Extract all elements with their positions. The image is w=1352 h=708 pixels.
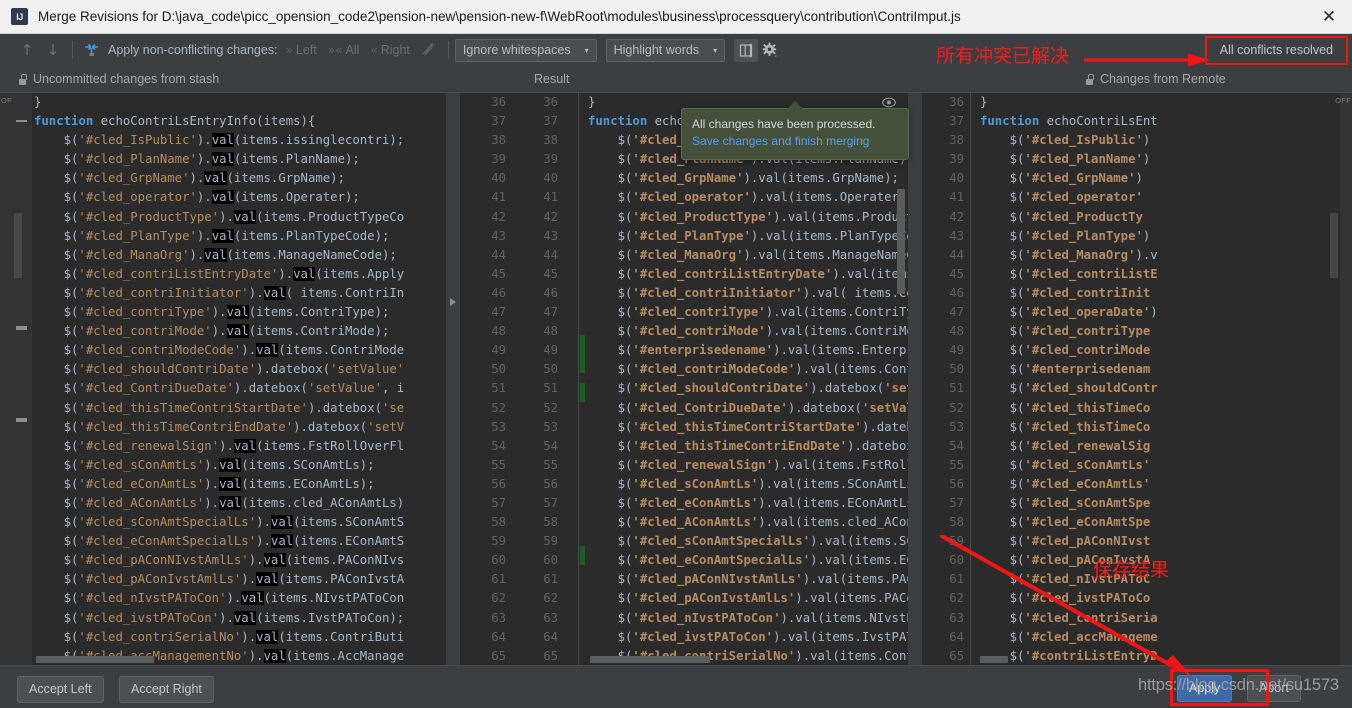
window-title: Merge Revisions for D:\java_code\picc_op… [38,9,961,24]
left-center-connector-gutter [446,93,460,665]
center-line-numbers-right: 3637383940414243444546474849505152535455… [512,93,558,665]
chevron-right-double-icon: » [286,43,293,57]
apply-changes-label: Apply non-conflicting changes: [108,43,278,57]
apply-left-label: Left [296,43,317,57]
apply-all-label: All [345,43,359,57]
close-icon[interactable]: ✕ [1306,0,1352,34]
toolbar-divider-2 [448,41,449,59]
center-result-pane[interactable]: 3637383940414243444546474849505152535455… [460,93,908,665]
watermark-text: https://blog.csdn.net/su1573 [1138,676,1339,695]
left-pane-title: Uncommitted changes from stash [18,72,219,86]
lock-icon [1085,74,1094,85]
ignore-whitespaces-value: Ignore whitespaces [463,43,571,57]
center-vertical-scrollbar[interactable] [897,189,905,294]
change-marker-green [580,335,585,373]
left-horizontal-scrollbar[interactable] [36,656,154,663]
right-off-column: OFF [1340,93,1352,665]
apply-left-button[interactable]: » Left [286,43,317,57]
tooltip-save-link[interactable]: Save changes and finish merging [692,133,898,150]
fold-marker[interactable] [16,326,27,330]
apply-right-button[interactable]: « Right [370,43,410,57]
settings-gear-icon[interactable] [758,39,782,62]
apply-all-button[interactable]: »« All [328,43,360,57]
intellij-idea-icon [11,8,28,25]
tooltip-line-1: All changes have been processed. [692,116,898,133]
merge-status-tooltip: All changes have been processed. Save ch… [681,108,909,160]
center-code-content: }function echoContriLsEntryInfo(items){ … [588,93,908,665]
highlight-words-select[interactable]: Highlight words ▾ [606,39,725,62]
center-line-numbers-left: 3637383940414243444546474849505152535455… [460,93,506,665]
chevron-down-icon: ▾ [585,46,589,55]
chevron-down-icon: ▾ [713,46,717,55]
toolbar-divider-1 [72,41,73,59]
center-horizontal-scrollbar[interactable] [590,656,710,663]
pane-titles-row: Uncommitted changes from stash Result Ch… [0,66,1352,92]
fold-marker[interactable] [16,120,27,122]
highlight-words-value: Highlight words [614,43,699,57]
ignore-whitespaces-select[interactable]: Ignore whitespaces ▾ [455,39,597,62]
change-marker-green [580,546,585,565]
left-gutter[interactable] [12,93,32,665]
right-pane-title: Changes from Remote [1085,72,1226,86]
fold-marker[interactable] [16,418,27,422]
right-off-label: OFF [1335,96,1351,105]
center-gutter-separator [578,93,579,665]
collapse-unchanged-icon[interactable] [734,39,758,62]
all-conflicts-resolved-button[interactable]: All conflicts resolved [1207,38,1346,63]
left-code-content: }function echoContriLsEntryInfo(items){ … [34,93,404,665]
next-difference-icon[interactable]: ↓ [40,39,66,61]
annotation-save-result-text: 保存结果 [1093,555,1169,582]
left-pane-title-label: Uncommitted changes from stash [33,72,219,86]
left-editor-pane[interactable]: OFF }function echoContriLsEntryInfo(item… [0,93,446,665]
annotation-all-conflicts-resolved-text: 所有冲突已解决 [936,41,1069,68]
center-pane-title: Result [534,72,569,86]
lock-icon [18,74,27,85]
chevron-left-double-icon: « [370,43,377,57]
connector-arrow-icon[interactable] [450,298,456,306]
all-conflicts-resolved-highlight: All conflicts resolved [1205,36,1348,65]
right-pane-title-label: Changes from Remote [1100,72,1226,86]
change-marker-green [580,383,585,402]
left-diff-thumb[interactable] [14,213,22,278]
right-diff-thumb[interactable] [1330,213,1338,278]
window-title-bar: Merge Revisions for D:\java_code\picc_op… [0,0,1352,34]
accept-left-button[interactable]: Accept Left [17,676,104,703]
apply-changes-icon[interactable] [79,39,103,61]
accept-right-button[interactable]: Accept Right [119,676,214,703]
magic-resolve-icon[interactable] [421,41,436,59]
center-right-connector-gutter [908,93,922,665]
annotation-arrow-top [1084,53,1210,67]
apply-right-label: Right [381,43,410,57]
annotation-arrow-bottom [940,535,1220,685]
left-off-column: OFF [0,93,12,665]
previous-difference-icon[interactable]: ↑ [14,39,40,61]
chevron-both-icon: »« [328,43,343,57]
